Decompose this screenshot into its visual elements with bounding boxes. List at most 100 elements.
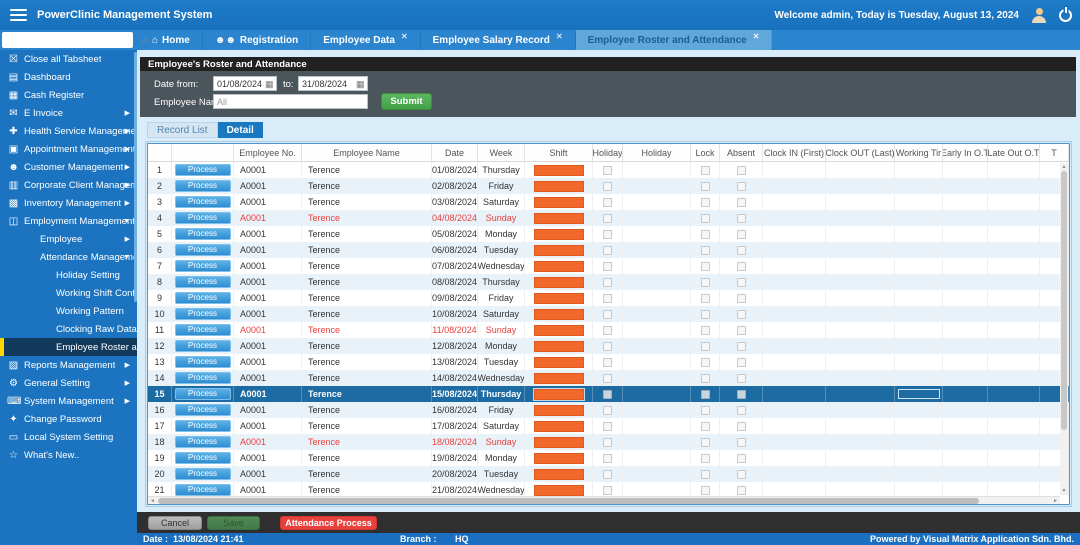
- process-button[interactable]: Process: [175, 180, 231, 192]
- lock-checkbox[interactable]: [701, 230, 710, 239]
- sidebar-item-close-all-tabsheet[interactable]: ☒Close all Tabsheet: [0, 50, 137, 68]
- sidebar-item-system-management[interactable]: ⌨System Management▶: [0, 392, 137, 410]
- process-button[interactable]: Process: [175, 212, 231, 224]
- holiday-checkbox[interactable]: [603, 198, 612, 207]
- lock-checkbox[interactable]: [701, 374, 710, 383]
- sidebar-item-clocking-raw-data[interactable]: Clocking Raw Data: [0, 320, 137, 338]
- absent-checkbox[interactable]: [737, 374, 746, 383]
- holiday-checkbox[interactable]: [603, 454, 612, 463]
- sidebar-item-working-shift-configura[interactable]: Working Shift Configura...: [0, 284, 137, 302]
- lock-checkbox[interactable]: [701, 486, 710, 495]
- process-button[interactable]: Process: [175, 372, 231, 384]
- table-row[interactable]: 16ProcessA0001Terence16/08/2024Friday: [148, 402, 1069, 418]
- absent-checkbox[interactable]: [737, 454, 746, 463]
- attendance-process-button[interactable]: Attendance Process: [280, 516, 377, 530]
- sidebar-item-change-password[interactable]: ✦Change Password: [0, 410, 137, 428]
- process-button[interactable]: Process: [175, 468, 231, 480]
- lock-checkbox[interactable]: [701, 406, 710, 415]
- vertical-scroll-thumb[interactable]: [1061, 171, 1067, 430]
- sidebar-item-employment-management[interactable]: ◫Employment Management▼: [0, 212, 137, 230]
- lock-checkbox[interactable]: [701, 438, 710, 447]
- process-button[interactable]: Process: [175, 484, 231, 496]
- working-time-edit-cell[interactable]: [898, 389, 940, 399]
- sidebar-item-corporate-client-management[interactable]: ▥Corporate Client Management▶: [0, 176, 137, 194]
- sidebar-item-employee[interactable]: Employee▶: [0, 230, 137, 248]
- holiday-checkbox[interactable]: [603, 438, 612, 447]
- sidebar-search-input[interactable]: [2, 35, 142, 46]
- lock-checkbox[interactable]: [701, 198, 710, 207]
- absent-checkbox[interactable]: [737, 214, 746, 223]
- absent-checkbox[interactable]: [737, 342, 746, 351]
- table-row[interactable]: 14ProcessA0001Terence14/08/2024Wednesday: [148, 370, 1069, 386]
- table-row[interactable]: 12ProcessA0001Terence12/08/2024Monday: [148, 338, 1069, 354]
- sidebar-item-general-setting[interactable]: ⚙General Setting▶: [0, 374, 137, 392]
- absent-checkbox[interactable]: [737, 310, 746, 319]
- lock-checkbox[interactable]: [701, 422, 710, 431]
- table-row[interactable]: 6ProcessA0001Terence06/08/2024Tuesday: [148, 242, 1069, 258]
- lock-checkbox[interactable]: [701, 166, 710, 175]
- scroll-right-icon[interactable]: ►: [1053, 497, 1058, 505]
- horizontal-scrollbar[interactable]: ◄ ►: [148, 496, 1060, 504]
- vertical-scrollbar[interactable]: ▲ ▼: [1060, 163, 1068, 495]
- power-logout-icon[interactable]: [1059, 9, 1072, 22]
- sidebar-item-e-invoice[interactable]: ✉E Invoice▶: [0, 104, 137, 122]
- absent-checkbox[interactable]: [737, 390, 746, 399]
- cancel-button[interactable]: Cancel: [148, 516, 202, 530]
- sidebar-item-employee-roster-and-a[interactable]: Employee Roster and A...: [0, 338, 137, 356]
- process-button[interactable]: Process: [175, 452, 231, 464]
- lock-checkbox[interactable]: [701, 182, 710, 191]
- process-button[interactable]: Process: [175, 340, 231, 352]
- absent-checkbox[interactable]: [737, 358, 746, 367]
- process-button[interactable]: Process: [175, 292, 231, 304]
- absent-checkbox[interactable]: [737, 422, 746, 431]
- lock-checkbox[interactable]: [701, 390, 710, 399]
- process-button[interactable]: Process: [175, 388, 231, 400]
- table-row[interactable]: 15ProcessA0001Terence15/08/2024Thursday: [148, 386, 1069, 402]
- submit-button[interactable]: Submit: [381, 93, 432, 110]
- holiday-checkbox[interactable]: [603, 406, 612, 415]
- top-tab-employee-roster-and-attendance[interactable]: Employee Roster and Attendance✕: [576, 30, 773, 50]
- holiday-checkbox[interactable]: [603, 342, 612, 351]
- holiday-checkbox[interactable]: [603, 326, 612, 335]
- calendar-icon[interactable]: ▦: [356, 79, 365, 90]
- lock-checkbox[interactable]: [701, 246, 710, 255]
- top-tab-registration[interactable]: ☻☻Registration: [203, 30, 311, 50]
- holiday-checkbox[interactable]: [603, 422, 612, 431]
- lock-checkbox[interactable]: [701, 326, 710, 335]
- cell-working-time[interactable]: [895, 386, 943, 402]
- process-button[interactable]: Process: [175, 324, 231, 336]
- lock-checkbox[interactable]: [701, 310, 710, 319]
- process-button[interactable]: Process: [175, 308, 231, 320]
- table-row[interactable]: 7ProcessA0001Terence07/08/2024Wednesday: [148, 258, 1069, 274]
- table-row[interactable]: 8ProcessA0001Terence08/08/2024Thursday: [148, 274, 1069, 290]
- absent-checkbox[interactable]: [737, 438, 746, 447]
- sidebar-item-health-service-management[interactable]: ✚Health Service Management▶: [0, 122, 137, 140]
- holiday-checkbox[interactable]: [603, 374, 612, 383]
- holiday-checkbox[interactable]: [603, 230, 612, 239]
- holiday-checkbox[interactable]: [603, 294, 612, 303]
- absent-checkbox[interactable]: [737, 278, 746, 287]
- absent-checkbox[interactable]: [737, 198, 746, 207]
- lock-checkbox[interactable]: [701, 278, 710, 287]
- tab-record-list[interactable]: Record List: [147, 122, 218, 138]
- scroll-left-icon[interactable]: ◄: [150, 497, 155, 505]
- table-row[interactable]: 4ProcessA0001Terence04/08/2024Sunday: [148, 210, 1069, 226]
- absent-checkbox[interactable]: [737, 406, 746, 415]
- absent-checkbox[interactable]: [737, 294, 746, 303]
- holiday-checkbox[interactable]: [603, 278, 612, 287]
- process-button[interactable]: Process: [175, 420, 231, 432]
- lock-checkbox[interactable]: [701, 470, 710, 479]
- sidebar-item-dashboard[interactable]: ▤Dashboard: [0, 68, 137, 86]
- absent-checkbox[interactable]: [737, 182, 746, 191]
- holiday-checkbox[interactable]: [603, 262, 612, 271]
- lock-checkbox[interactable]: [701, 342, 710, 351]
- process-button[interactable]: Process: [175, 404, 231, 416]
- table-row[interactable]: 1ProcessA0001Terence01/08/2024Thursday: [148, 162, 1069, 178]
- absent-checkbox[interactable]: [737, 486, 746, 495]
- sidebar-item-local-system-setting[interactable]: ▭Local System Setting: [0, 428, 137, 446]
- table-row[interactable]: 18ProcessA0001Terence18/08/2024Sunday: [148, 434, 1069, 450]
- absent-checkbox[interactable]: [737, 230, 746, 239]
- table-row[interactable]: 9ProcessA0001Terence09/08/2024Friday: [148, 290, 1069, 306]
- process-button[interactable]: Process: [175, 260, 231, 272]
- holiday-checkbox[interactable]: [603, 214, 612, 223]
